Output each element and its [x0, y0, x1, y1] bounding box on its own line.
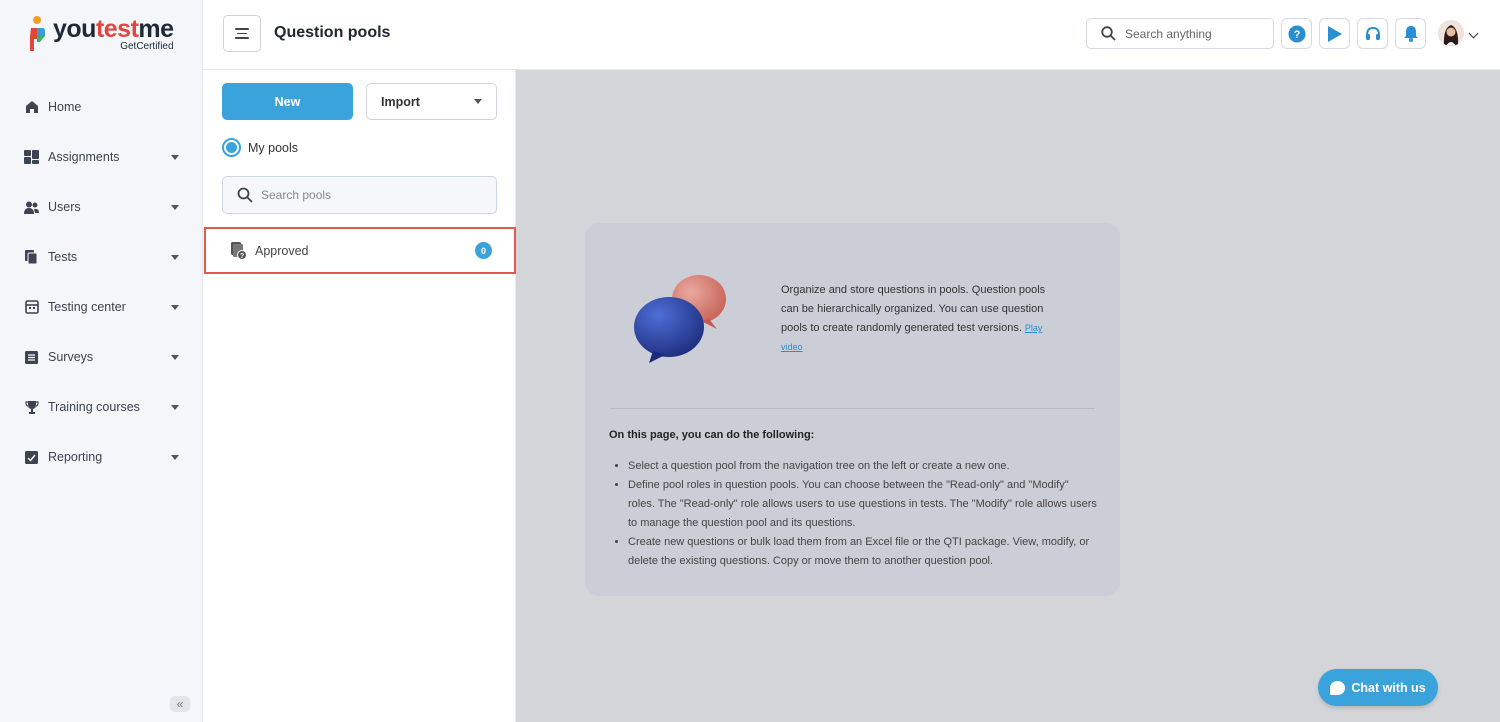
radio-button[interactable]: [222, 138, 241, 157]
my-pools-radio[interactable]: My pools: [222, 138, 298, 157]
chat-label: Chat with us: [1351, 680, 1426, 695]
chat-bubbles-illustration-icon: [634, 275, 726, 363]
chevron-down-icon: [171, 254, 179, 260]
intro-text: Organize and store questions in pools. Q…: [781, 281, 1061, 357]
pool-item-label: Approved: [255, 243, 309, 258]
headset-icon: [1365, 26, 1380, 40]
sidebar-item-training-courses[interactable]: Training courses: [0, 382, 203, 432]
sidebar-item-label: Training courses: [48, 400, 140, 414]
chat-bubble-icon: [1330, 680, 1346, 695]
sidebar-item-tests[interactable]: Tests: [0, 232, 203, 282]
search-pools-input[interactable]: Search pools: [222, 176, 497, 214]
trophy-icon: [24, 400, 39, 415]
support-button[interactable]: [1357, 18, 1388, 49]
list-item: Define pool roles in question pools. You…: [628, 476, 1098, 533]
sidebar-item-reporting[interactable]: Reporting: [0, 432, 203, 482]
page-title: Question pools: [274, 24, 391, 41]
pool-count-badge: 0: [475, 242, 492, 259]
help-button[interactable]: ?: [1281, 18, 1312, 49]
logo[interactable]: youtestme GetCertified: [27, 16, 174, 58]
surveys-icon: [24, 350, 39, 365]
chevron-down-icon: [171, 154, 179, 160]
sidebar-item-label: Reporting: [48, 450, 103, 464]
global-search-input[interactable]: Search anything: [1086, 18, 1274, 49]
sidebar-item-testing-center[interactable]: Testing center: [0, 282, 203, 332]
chevron-down-icon: [171, 404, 179, 410]
play-icon: [1327, 25, 1342, 42]
tests-icon: [24, 250, 39, 265]
sidebar-item-assignments[interactable]: Assignments: [0, 132, 203, 182]
svg-text:?: ?: [1293, 29, 1300, 41]
import-dropdown[interactable]: Import: [366, 83, 497, 120]
logo-word: youtestme: [53, 15, 174, 43]
assignments-icon: [24, 150, 39, 165]
sidebar-item-surveys[interactable]: Surveys: [0, 332, 203, 382]
users-icon: [24, 200, 39, 215]
testing-center-icon: [24, 300, 39, 315]
new-pool-button[interactable]: New: [222, 83, 353, 120]
sidebar-item-label: Home: [48, 100, 82, 114]
sidebar-nav: Home Assignments Users Tests Testing cen…: [0, 82, 203, 482]
collapse-sidebar-button[interactable]: «: [170, 696, 190, 712]
actions-list: Select a question pool from the navigati…: [628, 457, 1098, 571]
user-menu-chevron-icon[interactable]: [1468, 28, 1479, 39]
help-icon: ?: [1288, 25, 1305, 42]
sidebar-item-label: Surveys: [48, 350, 94, 364]
main-content: Organize and store questions in pools. Q…: [516, 70, 1500, 722]
logo-subtitle: GetCertified: [120, 41, 174, 52]
sidebar-item-label: Assignments: [48, 150, 120, 164]
my-pools-label: My pools: [248, 140, 299, 155]
sidebar-item-label: Tests: [48, 250, 78, 264]
pool-item-approved[interactable]: ? Approved 0: [204, 227, 516, 274]
chevron-down-icon: [171, 454, 179, 460]
pools-panel: New Import My pools Search pools ? Appro…: [203, 70, 516, 722]
logo-mark-icon: [27, 16, 47, 56]
menu-toggle-button[interactable]: [223, 15, 261, 52]
bell-icon: [1403, 26, 1418, 42]
list-item: Select a question pool from the navigati…: [628, 457, 1098, 476]
chevron-down-icon: [171, 304, 179, 310]
global-search-placeholder: Search anything: [1125, 26, 1212, 41]
divider: [610, 408, 1095, 409]
info-card: Organize and store questions in pools. Q…: [585, 223, 1120, 596]
chevron-down-icon: [171, 354, 179, 360]
svg-text:?: ?: [240, 253, 244, 260]
home-icon: [24, 100, 39, 115]
intro-paragraph: Organize and store questions in pools. Q…: [781, 284, 1046, 334]
import-label: Import: [381, 94, 420, 109]
sidebar-item-label: Testing center: [48, 300, 126, 314]
play-tutorial-button[interactable]: [1319, 18, 1350, 49]
reporting-icon: [24, 450, 39, 465]
actions-title: On this page, you can do the following:: [609, 429, 815, 441]
sidebar-item-label: Users: [48, 200, 81, 214]
chevron-down-icon: [171, 204, 179, 210]
chevron-down-icon: [474, 99, 482, 104]
notifications-button[interactable]: [1395, 18, 1426, 49]
chat-with-us-button[interactable]: Chat with us: [1318, 669, 1438, 706]
sidebar: youtestme GetCertified Home Assignments …: [0, 0, 203, 722]
list-item: Create new questions or bulk load them f…: [628, 533, 1098, 571]
search-pools-placeholder: Search pools: [261, 188, 332, 202]
top-header: Question pools Search anything ?: [203, 0, 1500, 70]
user-avatar[interactable]: [1438, 20, 1464, 46]
sidebar-item-home[interactable]: Home: [0, 82, 203, 132]
search-icon: [1101, 26, 1116, 41]
question-pool-icon: ?: [231, 241, 247, 260]
sidebar-item-users[interactable]: Users: [0, 182, 203, 232]
search-icon: [237, 187, 253, 203]
